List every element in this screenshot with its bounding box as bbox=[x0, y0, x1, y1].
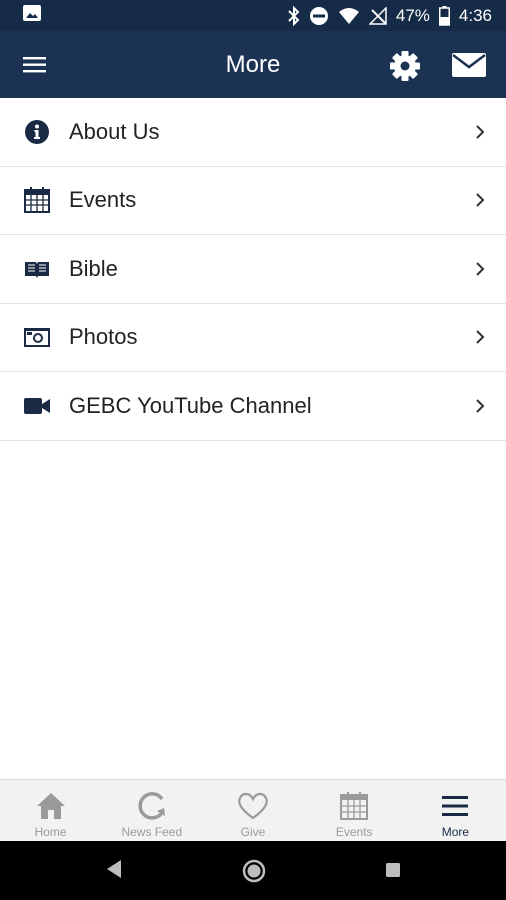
menu-item-label: Photos bbox=[69, 324, 138, 350]
heart-icon bbox=[236, 789, 270, 823]
home-system-button[interactable] bbox=[242, 859, 266, 888]
tab-label: Home bbox=[34, 825, 67, 839]
wifi-icon bbox=[338, 7, 360, 25]
home-icon bbox=[34, 789, 68, 823]
calendar-icon bbox=[337, 789, 371, 823]
menu-item-label: Bible bbox=[69, 255, 118, 281]
tab-news-feed[interactable]: News Feed bbox=[101, 780, 202, 841]
recents-square-icon bbox=[386, 863, 400, 877]
bible-icon bbox=[22, 254, 52, 284]
menu-item-label: About Us bbox=[69, 118, 160, 144]
tab-home[interactable]: Home bbox=[0, 780, 101, 841]
no-signal-icon bbox=[368, 6, 387, 25]
news-feed-icon bbox=[135, 789, 169, 823]
tab-label: Events bbox=[335, 825, 373, 839]
tab-events[interactable]: Events bbox=[304, 780, 405, 841]
battery-level: 47% bbox=[395, 5, 430, 25]
do-not-disturb-icon bbox=[309, 6, 329, 26]
chevron-right-icon bbox=[476, 330, 485, 344]
hamburger-icon bbox=[438, 789, 472, 823]
tab-label: Give bbox=[240, 825, 266, 839]
recents-button[interactable] bbox=[384, 861, 402, 884]
page-title: More bbox=[225, 51, 281, 78]
more-menu-list: About Us Events Bible Photos GEBC YouTub… bbox=[0, 98, 506, 441]
tab-label: News Feed bbox=[121, 825, 183, 839]
menu-item-photos[interactable]: Photos bbox=[0, 303, 506, 372]
menu-item-label: Events bbox=[69, 187, 137, 213]
mail-button[interactable] bbox=[449, 49, 489, 81]
app-bar: More bbox=[0, 31, 506, 98]
bottom-navigation: Home News Feed Give Events More bbox=[0, 779, 506, 841]
chevron-right-icon bbox=[476, 125, 485, 139]
video-camera-icon bbox=[22, 391, 52, 421]
hamburger-icon bbox=[23, 57, 46, 73]
menu-item-youtube-channel[interactable]: GEBC YouTube Channel bbox=[0, 372, 506, 441]
home-circle-icon bbox=[242, 859, 266, 883]
menu-item-label: GEBC YouTube Channel bbox=[69, 392, 312, 418]
back-button[interactable] bbox=[104, 858, 124, 885]
back-triangle-icon bbox=[107, 860, 121, 878]
battery-icon bbox=[438, 5, 450, 26]
chevron-right-icon bbox=[476, 193, 485, 207]
tab-give[interactable]: Give bbox=[202, 780, 303, 841]
camera-icon bbox=[22, 322, 52, 352]
menu-item-bible[interactable]: Bible bbox=[0, 235, 506, 304]
tab-more[interactable]: More bbox=[405, 780, 506, 841]
calendar-icon bbox=[22, 185, 52, 215]
clock: 4:36 bbox=[458, 5, 492, 25]
envelope-icon bbox=[452, 53, 486, 77]
status-bar: 47% 4:36 bbox=[0, 0, 506, 31]
image-notification-icon bbox=[22, 4, 42, 27]
info-icon bbox=[22, 117, 52, 147]
menu-item-about-us[interactable]: About Us bbox=[0, 98, 506, 167]
system-navigation-bar bbox=[0, 841, 506, 900]
chevron-right-icon bbox=[476, 399, 485, 413]
hamburger-menu-button[interactable] bbox=[20, 51, 52, 79]
gear-icon bbox=[390, 51, 420, 81]
chevron-right-icon bbox=[476, 262, 485, 276]
tab-label: More bbox=[441, 825, 470, 839]
bluetooth-icon bbox=[288, 5, 300, 26]
settings-button[interactable] bbox=[388, 49, 422, 83]
menu-item-events[interactable]: Events bbox=[0, 166, 506, 235]
